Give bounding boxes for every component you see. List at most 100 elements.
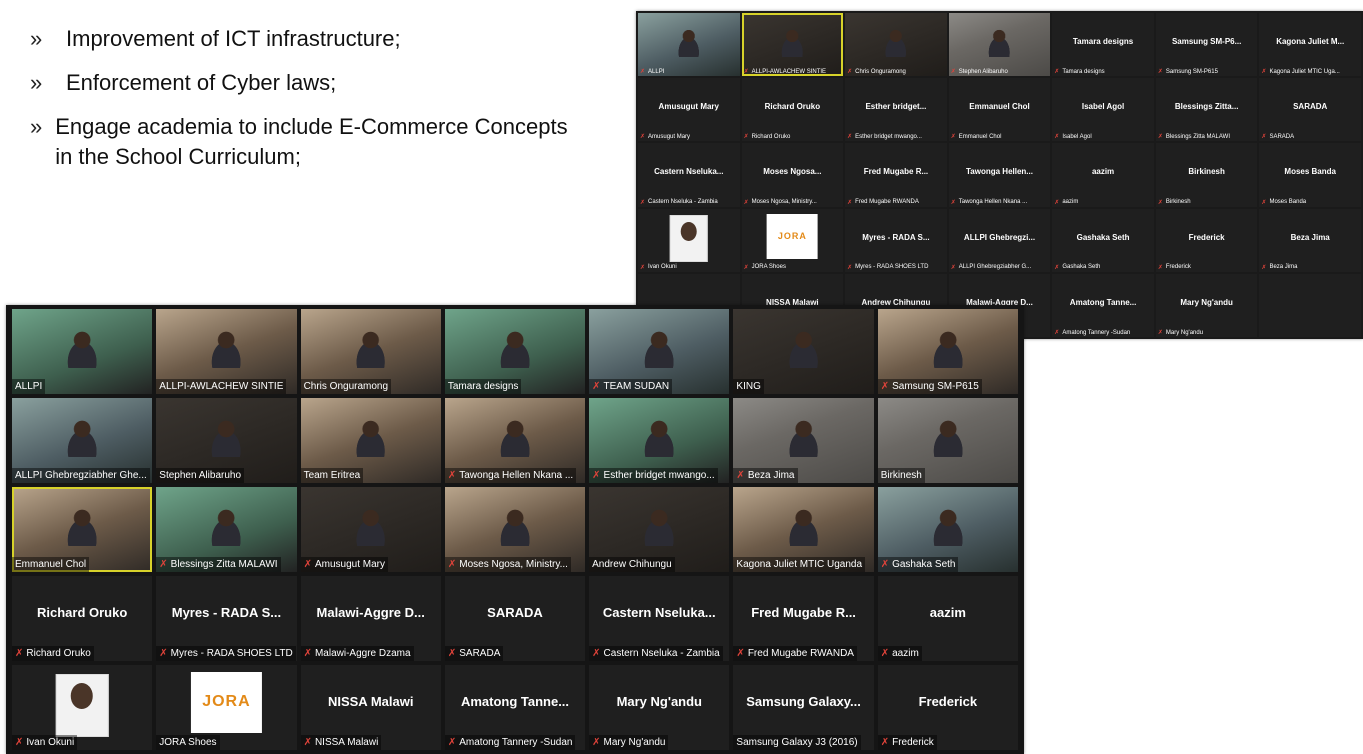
participant-tile[interactable]: KING bbox=[733, 309, 874, 394]
participant-tile[interactable]: Samsung SM-P6... ✗ Samsung SM-P615 bbox=[1155, 13, 1258, 77]
participant-tile[interactable]: JORA JORA Shoes bbox=[156, 665, 297, 750]
participant-tile[interactable]: ✗ ALLPI-AWLACHEW SINTIE bbox=[741, 13, 844, 77]
participant-tile[interactable]: Emmanuel Chol ✗ Emmanuel Chol bbox=[948, 78, 1051, 142]
participant-tile[interactable]: Tawonga Hellen... ✗ Tawonga Hellen Nkana .… bbox=[948, 143, 1051, 207]
participant-tile[interactable]: Moses Ngosa... ✗ Moses Ngosa, Ministry... bbox=[741, 143, 844, 207]
bullet-item: » Engage academia to include E-Commerce … bbox=[30, 112, 590, 172]
participant-tile[interactable]: ✗ ALLPI bbox=[638, 13, 740, 77]
participant-tile[interactable]: Myres - RADA S... ✗ Myres - RADA SHOES LTD bbox=[845, 208, 947, 272]
participant-tile[interactable]: ✗ Tawonga Hellen Nkana ... bbox=[444, 398, 586, 483]
participant-tile[interactable]: Frederick ✗ Frederick bbox=[877, 665, 1018, 750]
participant-tile[interactable]: Mary Ng'andu ✗ Mary Ng'andu bbox=[1155, 273, 1258, 337]
bullet-text: Enforcement of Cyber laws; bbox=[66, 70, 337, 95]
participant-tile[interactable]: Gashaka Seth ✗ Gashaka Seth bbox=[1052, 208, 1154, 272]
participant-tile[interactable]: Stephen Alibaruho bbox=[156, 398, 297, 483]
participant-tile[interactable]: ALLPI Ghebregzi... ✗ ALLPI Ghebregziabher … bbox=[948, 208, 1051, 272]
participant-tile[interactable]: Team Eritrea bbox=[300, 398, 441, 483]
participant-name-label: ✗ aazim bbox=[1052, 198, 1080, 207]
participant-tile[interactable]: Mary Ng'andu ✗ Mary Ng'andu bbox=[589, 665, 730, 750]
participant-tile[interactable] bbox=[1259, 273, 1361, 337]
participant-display-name: Samsung SM-P6... bbox=[1171, 37, 1242, 46]
participant-tile[interactable]: Kagona Juliet MTIC Uganda bbox=[733, 487, 874, 572]
muted-mic-icon: ✗ bbox=[1261, 134, 1267, 141]
muted-mic-icon: ✗ bbox=[950, 134, 956, 141]
participant-tile[interactable]: Moses Banda ✗ Moses Banda bbox=[1259, 143, 1361, 207]
participant-tile[interactable]: ✗ Gashaka Seth bbox=[877, 487, 1018, 572]
participant-tile[interactable]: JORA ✗ JORA Shoes bbox=[741, 208, 844, 272]
participant-tile[interactable]: Myres - RADA S... ✗ Myres - RADA SHOES LTD bbox=[156, 576, 297, 661]
participant-name-text: JORA Shoes bbox=[159, 737, 217, 748]
participant-tile[interactable]: ALLPI bbox=[12, 309, 153, 394]
participant-tile[interactable]: Andrew Chihungu bbox=[589, 487, 730, 572]
participant-tile[interactable]: Birkinesh bbox=[877, 398, 1018, 483]
participant-tile[interactable]: ✗ Blessings Zitta MALAWI bbox=[156, 487, 297, 572]
participant-video bbox=[924, 505, 972, 547]
participant-tile[interactable]: Amatong Tanne... ✗ Amatong Tannery -Sudan bbox=[1052, 273, 1154, 337]
participant-video bbox=[58, 416, 106, 458]
participant-tile[interactable]: Kagona Juliet M... ✗ Kagona Juliet MTIC Ug… bbox=[1259, 13, 1361, 77]
muted-mic-icon: ✗ bbox=[1054, 264, 1060, 271]
participant-tile[interactable]: Malawi-Aggre D... ✗ Malawi-Aggre Dzama bbox=[300, 576, 441, 661]
participant-name-label: ✗ TEAM SUDAN bbox=[589, 379, 673, 394]
participant-tile[interactable]: ✗ Stephen Alibaruho bbox=[948, 13, 1051, 77]
participant-tile[interactable]: Beza Jima ✗ Beza Jima bbox=[1259, 208, 1361, 272]
muted-mic-icon: ✗ bbox=[950, 69, 956, 76]
muted-mic-icon: ✗ bbox=[1054, 134, 1060, 141]
participant-name-text: Stephen Alibaruho bbox=[958, 68, 1008, 75]
participant-tile[interactable]: Tamara designs bbox=[444, 309, 586, 394]
participant-tile[interactable]: Tamara designs ✗ Tamara designs bbox=[1052, 13, 1154, 77]
participant-tile[interactable]: Richard Oruko ✗ Richard Oruko bbox=[12, 576, 153, 661]
participant-tile[interactable]: NISSA Malawi ✗ NISSA Malawi bbox=[300, 665, 441, 750]
participant-tile[interactable]: Richard Oruko ✗ Richard Oruko bbox=[741, 78, 844, 142]
participant-name-text: Moses Ngosa, Ministry... bbox=[459, 559, 568, 570]
participant-tile[interactable]: ✗ Ivan Okuni bbox=[638, 208, 740, 272]
participant-tile[interactable]: Castern Nseluka... ✗ Castern Nseluka - Zam… bbox=[638, 143, 740, 207]
participant-tile[interactable]: Chris Onguramong bbox=[300, 309, 441, 394]
participant-tile[interactable]: Castern Nseluka... ✗ Castern Nseluka - Zam… bbox=[589, 576, 730, 661]
participant-tile[interactable]: ✗ Chris Onguramong bbox=[845, 13, 947, 77]
participant-tile[interactable]: Samsung Galaxy... Samsung Galaxy J3 (2016… bbox=[733, 665, 874, 750]
participant-tile[interactable]: ✗ Amusugut Mary bbox=[300, 487, 441, 572]
participant-tile[interactable]: SARADA ✗ SARADA bbox=[444, 576, 586, 661]
muted-mic-icon: ✗ bbox=[1054, 330, 1060, 336]
participant-tile[interactable]: ✗ Samsung SM-P615 bbox=[877, 309, 1018, 394]
participant-name-text: KING bbox=[736, 381, 761, 392]
participant-tile[interactable]: ✗ Ivan Okuni bbox=[12, 665, 153, 750]
participant-tile[interactable]: ✗ Moses Ngosa, Ministry... bbox=[444, 487, 586, 572]
muted-mic-icon: ✗ bbox=[743, 264, 749, 271]
participant-name-label: ✗ Castern Nseluka - Zambia bbox=[638, 198, 720, 207]
participant-name-label: ✗ Samsung SM-P615 bbox=[1156, 67, 1220, 76]
participant-name-text: Chris Onguramong bbox=[855, 68, 906, 75]
muted-mic-icon: ✗ bbox=[447, 470, 457, 481]
participant-display-name: Esther bridget... bbox=[865, 102, 927, 112]
participant-tile[interactable]: Amusugut Mary ✗ Amusugut Mary bbox=[638, 78, 740, 142]
participant-tile[interactable]: Birkinesh ✗ Birkinesh bbox=[1155, 143, 1258, 207]
participant-tile[interactable]: ALLPI-AWLACHEW SINTIE bbox=[156, 309, 297, 394]
video-call-gallery-screenshot-2: ALLPI ALLPI-AWLACHEW SINTIE Chris Onguramo… bbox=[6, 305, 1024, 754]
participant-tile[interactable]: Fred Mugabe R... ✗ Fred Mugabe RWANDA bbox=[845, 143, 947, 207]
participant-grid: ALLPI ALLPI-AWLACHEW SINTIE Chris Onguramo… bbox=[6, 305, 1024, 754]
participant-tile[interactable]: aazim ✗ aazim bbox=[1052, 143, 1154, 207]
participant-tile[interactable]: aazim ✗ aazim bbox=[877, 576, 1018, 661]
participant-tile[interactable]: Amatong Tanne... ✗ Amatong Tannery -Sudan bbox=[444, 665, 586, 750]
participant-tile[interactable]: Fred Mugabe R... ✗ Fred Mugabe RWANDA bbox=[733, 576, 874, 661]
participant-tile[interactable]: Frederick ✗ Frederick bbox=[1155, 208, 1258, 272]
participant-name-label: ✗ JORA Shoes bbox=[742, 263, 788, 272]
participant-display-name: Isabel Agol bbox=[1081, 102, 1125, 112]
video-call-gallery-screenshot-1: ✗ ALLPI ✗ ALLPI-AWLACHEW SINTIE ✗ Chris Ongur… bbox=[636, 11, 1363, 339]
participant-tile[interactable]: ✗ TEAM SUDAN bbox=[589, 309, 730, 394]
participant-tile[interactable]: SARADA ✗ SARADA bbox=[1259, 78, 1361, 142]
participant-tile[interactable]: ALLPI Ghebregziabher Ghe... bbox=[12, 398, 153, 483]
participant-tile[interactable]: Blessings Zitta... ✗ Blessings Zitta MALAW… bbox=[1155, 78, 1258, 142]
participant-tile[interactable]: Esther bridget... ✗ Esther bridget mwango.… bbox=[845, 78, 947, 142]
participant-display-name: Castern Nseluka... bbox=[602, 604, 716, 620]
participant-display-name: Amatong Tanne... bbox=[460, 693, 570, 709]
participant-tile[interactable]: ✗ Esther bridget mwango... bbox=[589, 398, 730, 483]
profile-photo bbox=[669, 214, 709, 263]
participant-tile[interactable]: ✗ Beza Jima bbox=[733, 398, 874, 483]
participant-name-text: Malawi-Aggre Dzama bbox=[314, 648, 411, 659]
participant-tile[interactable]: Emmanuel Chol bbox=[12, 487, 153, 572]
participant-tile[interactable]: Isabel Agol ✗ Isabel Agol bbox=[1052, 78, 1154, 142]
muted-mic-icon: ✗ bbox=[880, 648, 890, 659]
participant-display-name: Birkinesh bbox=[1188, 167, 1225, 177]
